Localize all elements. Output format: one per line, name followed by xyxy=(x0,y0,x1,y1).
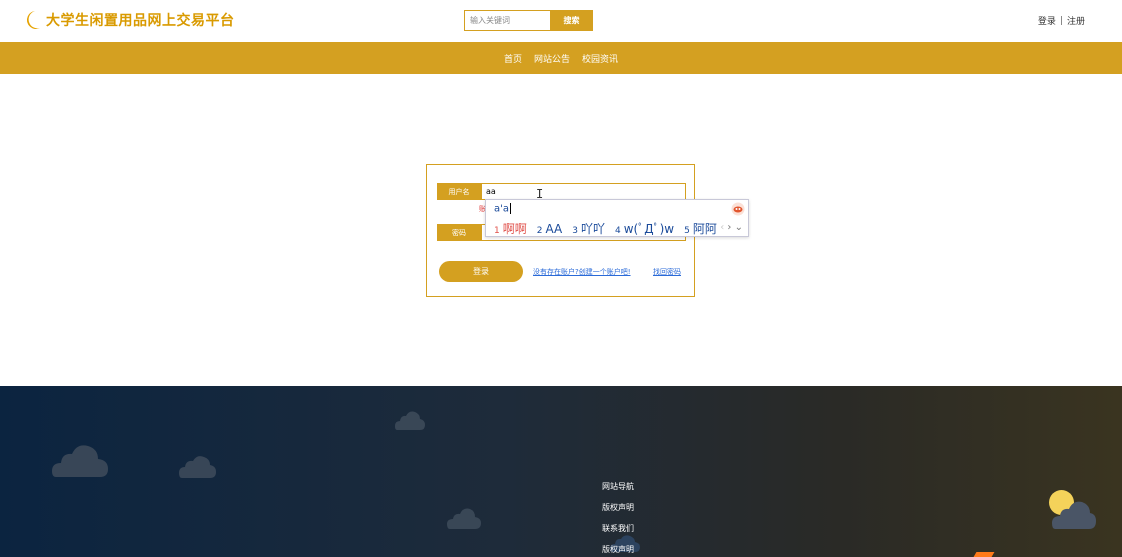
cloud-icon xyxy=(447,508,481,529)
username-label: 用户名 xyxy=(437,183,481,200)
create-account-link[interactable]: 没有存在账户?创建一个账户吧! xyxy=(533,267,631,277)
username-input[interactable] xyxy=(481,183,686,200)
login-button[interactable]: 登录 xyxy=(439,261,523,282)
nav-item-home[interactable]: 首页 xyxy=(504,52,522,65)
ime-candidate[interactable]: 3 吖吖 xyxy=(572,220,605,237)
site-title: 大学生闲置用品网上交易平台 xyxy=(46,13,235,29)
search-bar: 搜索 xyxy=(464,10,593,31)
search-input[interactable] xyxy=(464,10,550,31)
main-nav: 首页 网站公告 校园资讯 xyxy=(0,42,1122,74)
login-link[interactable]: 登录 xyxy=(1038,14,1056,27)
ime-caret xyxy=(510,203,512,214)
ime-composition-text: a'a xyxy=(494,203,510,215)
ime-candidate-list: 1 啊啊 2 AA 3 吖吖 4 w(ﾟДﾟ)w 5 阿阿 xyxy=(494,220,717,237)
ime-composition: a'a xyxy=(494,203,512,215)
cloud-icon xyxy=(395,411,425,430)
header: 大学生闲置用品网上交易平台 搜索 登录 | 注册 xyxy=(0,0,1122,42)
ime-candidate-popup: a'a 1 啊啊 2 AA 3 吖吖 4 w(ﾟДﾟ)w 5 阿阿 ‹ › ⌄ xyxy=(485,199,749,237)
site-logo[interactable]: 大学生闲置用品网上交易平台 xyxy=(24,9,235,31)
ime-candidate[interactable]: 2 AA xyxy=(537,222,563,236)
ime-next-icon[interactable]: › xyxy=(727,222,731,233)
ime-expand-icon[interactable]: ⌄ xyxy=(735,222,743,233)
ime-pager: ‹ › ⌄ xyxy=(720,222,743,233)
ime-candidate[interactable]: 4 w(ﾟДﾟ)w xyxy=(615,220,674,237)
user-links: 登录 | 注册 xyxy=(1038,14,1085,28)
password-label: 密码 xyxy=(437,224,481,241)
nav-item-announcements[interactable]: 网站公告 xyxy=(534,52,570,65)
footer-link-contact[interactable]: 联系我们 xyxy=(602,523,634,535)
link-separator: | xyxy=(1059,15,1063,26)
ime-prev-icon[interactable]: ‹ xyxy=(720,222,724,233)
ime-candidate[interactable]: 5 阿阿 xyxy=(684,220,717,237)
footer-link-copyright[interactable]: 版权声明 xyxy=(602,502,634,514)
ime-candidate[interactable]: 1 啊啊 xyxy=(494,220,527,237)
nav-item-campus-news[interactable]: 校园资讯 xyxy=(582,52,618,65)
footer-link-site-nav[interactable]: 网站导航 xyxy=(602,481,634,493)
search-button[interactable]: 搜索 xyxy=(550,10,593,31)
footer: 网站导航 版权声明 联系我们 版权声明 xyxy=(0,386,1122,557)
moon-icon xyxy=(26,11,40,29)
cloud-icon xyxy=(52,445,108,477)
cloud-icon xyxy=(179,456,216,478)
cloud-icon xyxy=(1052,501,1096,529)
footer-links: 网站导航 版权声明 联系我们 版权声明 xyxy=(602,481,634,556)
footer-link-copyright-2[interactable]: 版权声明 xyxy=(602,544,634,556)
decor-mark xyxy=(973,552,995,557)
register-link[interactable]: 注册 xyxy=(1067,14,1085,27)
forgot-password-link[interactable]: 找回密码 xyxy=(653,267,681,277)
ime-logo-icon[interactable] xyxy=(731,202,745,216)
